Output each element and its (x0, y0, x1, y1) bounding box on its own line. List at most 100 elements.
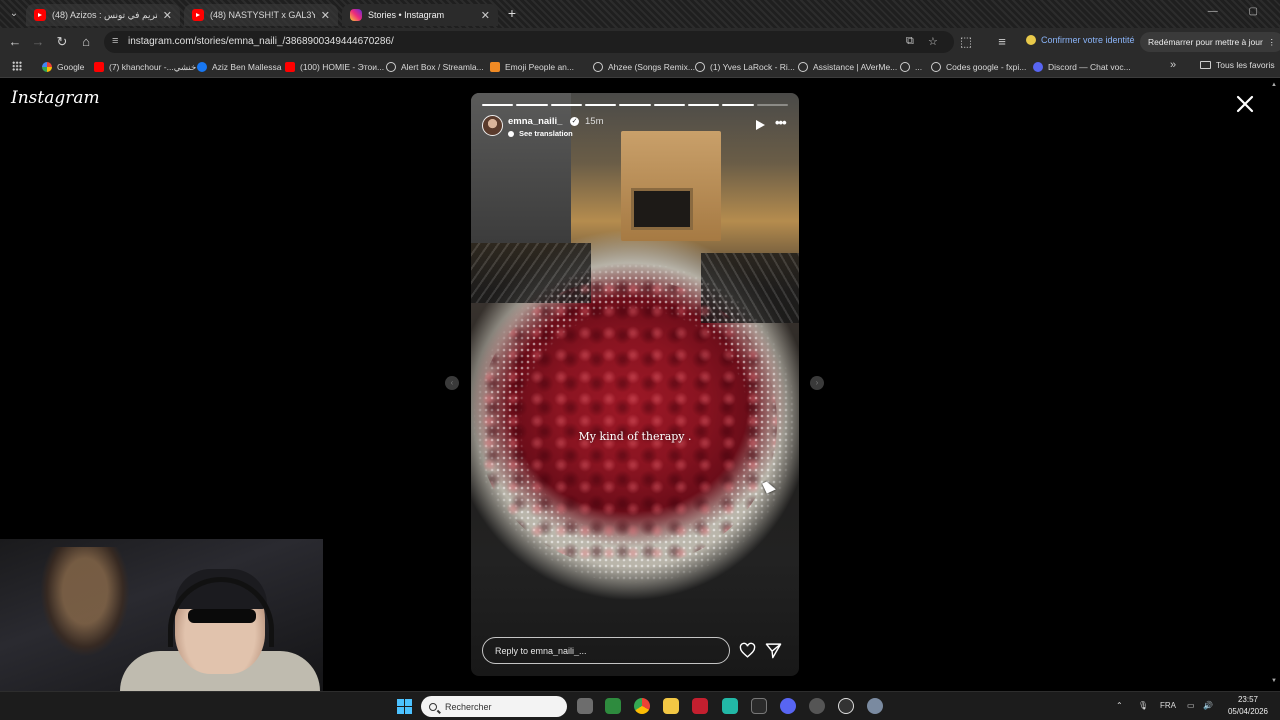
network-icon[interactable]: ▭ (1187, 701, 1195, 710)
like-heart-icon[interactable] (739, 642, 756, 659)
bookmark-codes-google[interactable]: Codes google - fxpi... (931, 60, 1026, 74)
home-icon[interactable]: ⌂ (78, 34, 94, 50)
story-progress-segment (482, 104, 514, 106)
chrome-icon[interactable] (634, 698, 650, 714)
input-language[interactable]: FRA (1160, 701, 1176, 710)
avatar[interactable] (482, 115, 503, 136)
clock-date: 05/04/2026 (1227, 707, 1269, 716)
bookmark-google[interactable]: Google (42, 60, 84, 74)
media-player-icon[interactable] (838, 698, 854, 714)
site-info-icon[interactable]: ≡ (112, 35, 118, 47)
install-app-icon[interactable]: ⧉ (906, 35, 914, 48)
taskbar-search-box[interactable]: Rechercher (421, 696, 567, 717)
story-timestamp: 15m (585, 116, 604, 127)
story-progress-segment (619, 104, 651, 106)
bookmark-unnamed[interactable]: ... (900, 60, 922, 74)
close-tab-icon[interactable]: ✕ (321, 9, 330, 22)
story-card[interactable]: emna_naili_ ✓ 15m See translation ••• My… (471, 93, 799, 676)
obs-icon[interactable] (809, 698, 825, 714)
facebook-icon (197, 62, 207, 72)
app-dark-icon[interactable] (751, 698, 767, 714)
previous-story-chevron-icon[interactable]: ‹ (445, 376, 459, 390)
reload-icon[interactable]: ↻ (54, 34, 70, 50)
next-story-chevron-icon[interactable]: › (810, 376, 824, 390)
volume-icon[interactable]: 🔊 (1203, 701, 1213, 710)
scroll-up-arrow-icon[interactable]: ▲ (1271, 82, 1277, 88)
scroll-down-arrow-icon[interactable]: ▼ (1271, 678, 1277, 684)
story-progress-segment (756, 104, 788, 106)
bookmark-label: Ahzee (Songs Remix... (608, 62, 695, 72)
play-icon[interactable] (756, 120, 765, 130)
see-translation-link[interactable]: See translation (508, 129, 573, 138)
bookmark-ahzee[interactable]: Ahzee (Songs Remix... (593, 60, 695, 74)
tray-overflow-chevron-icon[interactable]: ⌃ (1116, 701, 1123, 710)
file-explorer-icon[interactable] (663, 698, 679, 714)
bookmark-khanchour[interactable]: (7) khanchour -...خنشي (94, 60, 196, 74)
more-bookmarks-chevron-icon[interactable]: » (1170, 59, 1176, 71)
address-bar[interactable]: ≡ instagram.com/stories/emna_naili_/3868… (104, 31, 954, 53)
story-progress-segment (687, 104, 720, 106)
back-arrow-icon[interactable]: ← (7, 34, 23, 50)
windows-start-icon[interactable] (397, 699, 412, 714)
tab-azizos[interactable]: (48) Azizos : عالستريم في تونس ✕ (26, 4, 180, 26)
extensions-icon[interactable]: ⬚ (958, 34, 974, 50)
url-text[interactable]: instagram.com/stories/emna_naili_/386890… (128, 36, 394, 47)
close-icon[interactable] (1235, 94, 1255, 114)
taskbar-clock[interactable]: 23:57 05/04/2026 (1222, 694, 1274, 718)
instagram-story-viewer: Instagram ▲ ▼ ‹ › emna_naili_ ✓ 15m See … (0, 79, 1280, 691)
instagram-logo[interactable]: Instagram (11, 88, 100, 108)
microphone-icon[interactable]: 🎙 (1138, 701, 1148, 710)
close-tab-icon[interactable]: ✕ (481, 9, 490, 22)
story-progress-segment (722, 104, 754, 106)
app-green-icon[interactable] (605, 698, 621, 714)
tab-search-chevron-icon[interactable]: ⌄ (6, 6, 22, 22)
new-tab-button[interactable]: + (504, 5, 520, 21)
story-username[interactable]: emna_naili_ (508, 116, 562, 127)
reply-input[interactable] (482, 637, 730, 664)
bookmark-emoji[interactable]: Emoji People an... (490, 60, 574, 74)
all-bookmarks-folder[interactable]: Tous les favoris (1200, 60, 1275, 70)
restart-update-label: Redémarrer pour mettre à jour (1148, 37, 1263, 47)
bookmark-label: ... (915, 62, 923, 72)
instagram-icon (350, 9, 362, 21)
window-controls[interactable]: — ▢ (1208, 6, 1272, 17)
story-progress-segment (550, 104, 582, 106)
youtube-icon (94, 62, 104, 72)
bookmark-aziz[interactable]: Aziz Ben Mallessa (197, 60, 281, 74)
restart-update-button[interactable]: Redémarrer pour mettre à jour ⋮ (1140, 32, 1280, 52)
bookmark-alertbox[interactable]: Alert Box / Streamla... (386, 60, 484, 74)
bookmark-label: Alert Box / Streamla... (401, 62, 484, 72)
forward-arrow-icon[interactable]: → (30, 34, 46, 50)
bookmark-label: Codes google - fxpi... (946, 62, 1027, 72)
more-options-icon[interactable]: ••• (775, 115, 787, 130)
bookmark-discord[interactable]: Discord — Chat voc... (1033, 60, 1131, 74)
bookmark-yves[interactable]: (1) Yves LaRock - Ri... (695, 60, 795, 74)
verify-identity-button[interactable]: Confirmer votre identité (1026, 35, 1135, 45)
tab-title: (48) Azizos : عالستريم في تونس (52, 9, 157, 20)
bookmark-label: Assistance | AVerMe... (813, 62, 898, 72)
task-view-icon[interactable] (577, 698, 593, 714)
media-control-icon[interactable]: ≡ (994, 34, 1010, 50)
acrobat-icon[interactable] (692, 698, 708, 714)
globe-icon (593, 62, 603, 72)
story-photo-roses (477, 278, 777, 568)
bookmark-star-icon[interactable]: ☆ (928, 35, 938, 48)
bookmarks-bar: Google (7) khanchour -...خنشي Aziz Ben M… (0, 56, 1280, 78)
bookmark-homie[interactable]: (100) HOMIE - Этои... (285, 60, 384, 74)
tab-nastyshit[interactable]: (48) NASTYSH!T x GAL3Y - No ✕ (184, 4, 338, 26)
windows-taskbar: Rechercher ⌃ 🎙 FRA ▭ 🔊 23:57 05/04/2026 (0, 691, 1280, 720)
discord-icon (1033, 62, 1043, 72)
tab-instagram-stories[interactable]: Stories • Instagram ✕ (342, 4, 498, 26)
globe-icon (931, 62, 941, 72)
bookmark-avermedia[interactable]: Assistance | AVerMe... (798, 60, 897, 74)
share-send-icon[interactable] (765, 642, 782, 659)
bookmark-label: (100) HOMIE - Этои... (300, 62, 385, 72)
close-tab-icon[interactable]: ✕ (163, 9, 172, 22)
discord-icon[interactable] (780, 698, 796, 714)
settings-gear-icon[interactable] (867, 698, 883, 714)
app-teal-icon[interactable] (722, 698, 738, 714)
globe-icon (695, 62, 705, 72)
apps-grid-icon[interactable] (12, 61, 22, 71)
clock-time: 23:57 (1237, 695, 1259, 704)
tab-title: (48) NASTYSH!T x GAL3Y - No (210, 10, 315, 20)
